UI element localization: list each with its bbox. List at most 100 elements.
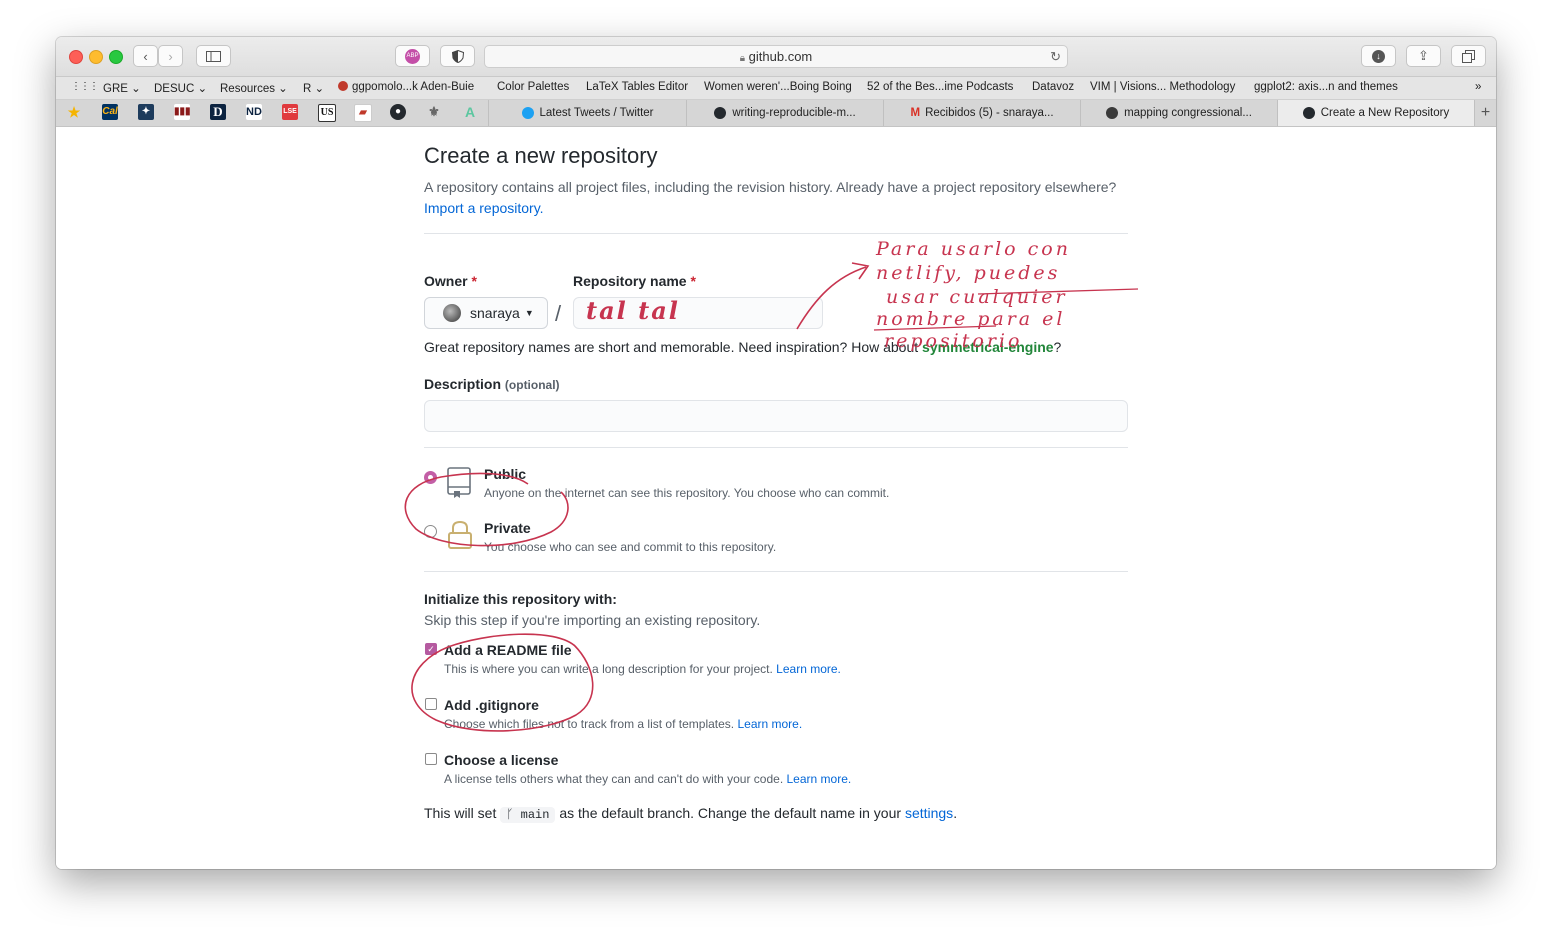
- annotation-note: Para usarlo con netlify, puedes usar cua…: [875, 238, 1068, 352]
- branch-note-suffix: as the default branch. Change the defaul…: [559, 805, 902, 821]
- more-bookmarks-icon[interactable]: »: [1475, 81, 1481, 93]
- public-radio[interactable]: [424, 471, 437, 484]
- address-bar[interactable]: 🔒︎ github.com ↻: [484, 45, 1068, 68]
- pinned-tab-cal-icon[interactable]: Cal: [102, 104, 118, 120]
- pinned-tab-lse-icon[interactable]: LSE: [282, 104, 298, 120]
- private-radio[interactable]: [424, 525, 437, 538]
- close-window-button[interactable]: [69, 50, 83, 64]
- required-mark: *: [471, 273, 477, 289]
- name-suggestion[interactable]: symmetrical-engine: [922, 339, 1054, 355]
- chevron-down-icon: ⌄: [314, 83, 325, 95]
- branch-note-period: .: [953, 805, 958, 821]
- public-description: Anyone on the internet can see this repo…: [484, 486, 890, 500]
- privacy-report-button[interactable]: [440, 45, 475, 67]
- sidebar-icon: [206, 50, 221, 62]
- tabs-overview-icon: [1462, 49, 1475, 63]
- sidebar-toggle-button[interactable]: [196, 45, 231, 67]
- tab-create-repository[interactable]: Create a New Repository: [1277, 100, 1474, 126]
- gitignore-checkbox[interactable]: [425, 698, 437, 710]
- license-description: A license tells others what they can and…: [444, 772, 851, 786]
- description-input[interactable]: [424, 400, 1128, 432]
- tab-twitter[interactable]: Latest Tweets / Twitter: [488, 100, 686, 126]
- bookmark-ggplot2[interactable]: ggplot2: axis...n and themes: [1254, 81, 1398, 93]
- bookmark-boing-boing[interactable]: Women weren'...Boing Boing: [704, 81, 852, 93]
- bookmark-label: GRE: [103, 83, 128, 95]
- downloads-button[interactable]: ↓: [1361, 45, 1396, 67]
- annotation-arrowhead: [851, 262, 870, 280]
- pinned-tab-crest-icon[interactable]: ✦: [138, 104, 154, 120]
- adblock-extension-button[interactable]: ABP: [395, 45, 430, 67]
- tab-overview-button[interactable]: [1451, 45, 1486, 67]
- bookmark-color-palettes[interactable]: Color Palettes: [497, 81, 569, 93]
- pinned-tab-emblem-icon[interactable]: ⚜: [426, 104, 442, 120]
- note-underline: [873, 325, 997, 331]
- branch-name: main: [520, 808, 550, 822]
- pinned-tab-d-icon[interactable]: D: [210, 104, 226, 120]
- chevron-down-icon: ⌄: [278, 83, 288, 95]
- repo-name-label-text: Repository name: [573, 273, 687, 289]
- svg-text:tal tal: tal tal: [586, 298, 680, 325]
- note-underline: [977, 288, 1139, 295]
- twitter-icon: [521, 107, 534, 119]
- share-button[interactable]: ⇪: [1406, 45, 1441, 67]
- owner-dropdown[interactable]: snaraya ▼: [424, 297, 548, 329]
- readme-learn-more-link[interactable]: Learn more.: [776, 662, 841, 676]
- adblock-icon: ABP: [405, 48, 420, 64]
- settings-link[interactable]: settings: [905, 805, 953, 821]
- apps-grid-icon[interactable]: ⋮⋮⋮: [71, 81, 99, 92]
- pinned-tab-a-icon[interactable]: A: [462, 104, 478, 120]
- bookmark-label: ggpomolo...k Aden-Buie: [352, 81, 475, 93]
- shield-icon: [451, 49, 464, 63]
- import-repository-link[interactable]: Import a repository.: [424, 200, 544, 216]
- readme-checkbox[interactable]: ✓: [425, 643, 437, 655]
- pinned-tab-flag-icon[interactable]: ▰: [354, 104, 372, 122]
- bookmark-podcasts[interactable]: 52 of the Bes...ime Podcasts: [867, 81, 1013, 93]
- pinned-tab-github-icon[interactable]: ●: [390, 104, 406, 120]
- license-checkbox[interactable]: [425, 753, 437, 765]
- bookmark-folder-resources[interactable]: Resources ⌄: [220, 81, 288, 95]
- readme-description: This is where you can write a long descr…: [444, 662, 841, 676]
- forward-button[interactable]: ›: [158, 45, 183, 67]
- bookmark-folder-gre[interactable]: GRE ⌄: [103, 81, 141, 95]
- required-mark: *: [690, 273, 696, 289]
- description-label-text: Description: [424, 376, 502, 392]
- gmail-icon: M: [910, 107, 921, 119]
- private-description: You choose who can see and commit to thi…: [484, 540, 777, 554]
- gitignore-title: Add .gitignore: [444, 697, 539, 713]
- repository-name-input[interactable]: tal tal: [573, 297, 823, 329]
- owner-label-text: Owner: [424, 273, 468, 289]
- reload-icon[interactable]: ↻: [1050, 46, 1061, 67]
- bookmark-vim[interactable]: VIM | Visions... Methodology: [1090, 81, 1235, 93]
- pinned-tab-us-icon[interactable]: US: [318, 104, 336, 122]
- tab-gmail[interactable]: M Recibidos (5) - snaraya...: [883, 100, 1080, 126]
- chevron-down-icon: ⌄: [131, 83, 141, 95]
- back-button[interactable]: ‹: [133, 45, 158, 67]
- gitignore-description: Choose which files not to track from a l…: [444, 717, 802, 731]
- bookmark-folder-r[interactable]: R ⌄: [303, 81, 324, 95]
- tab-label: Recibidos (5) - snaraya...: [925, 107, 1054, 119]
- zoom-window-button[interactable]: [109, 50, 123, 64]
- avatar: [443, 304, 461, 322]
- page-content: Create a new repository A repository con…: [56, 127, 1496, 869]
- github-icon: [1302, 107, 1315, 119]
- bookmark-folder-desuc[interactable]: DESUC ⌄: [154, 81, 207, 95]
- repo-name-label: Repository name *: [573, 273, 696, 289]
- tab-writing-reproducible[interactable]: writing-reproducible-m...: [686, 100, 883, 126]
- bookmark-datavoz[interactable]: Datavoz: [1032, 81, 1074, 93]
- optional-note: (optional): [504, 378, 560, 392]
- license-learn-more-link[interactable]: Learn more.: [787, 772, 852, 786]
- public-repo-icon: [447, 467, 471, 498]
- bookmark-ggpomological[interactable]: ggpomolo...k Aden-Buie: [338, 81, 474, 93]
- gitignore-learn-more-link[interactable]: Learn more.: [737, 717, 802, 731]
- git-branch-icon: ᚴ: [506, 808, 514, 822]
- pinned-tab-bars-icon[interactable]: ▮▮▮: [174, 104, 191, 120]
- chevron-left-icon: ‹: [143, 48, 148, 64]
- pinned-tab-star-icon[interactable]: ★: [66, 104, 82, 120]
- new-tab-button[interactable]: +: [1474, 100, 1496, 126]
- pinned-tab-nd-icon[interactable]: ND: [246, 104, 262, 120]
- tab-mapping-congressional[interactable]: mapping congressional...: [1080, 100, 1277, 126]
- tab-label: Latest Tweets / Twitter: [539, 107, 654, 119]
- tomato-icon: [338, 81, 348, 91]
- minimize-window-button[interactable]: [89, 50, 103, 64]
- bookmark-latex-tables[interactable]: LaTeX Tables Editor: [586, 81, 688, 93]
